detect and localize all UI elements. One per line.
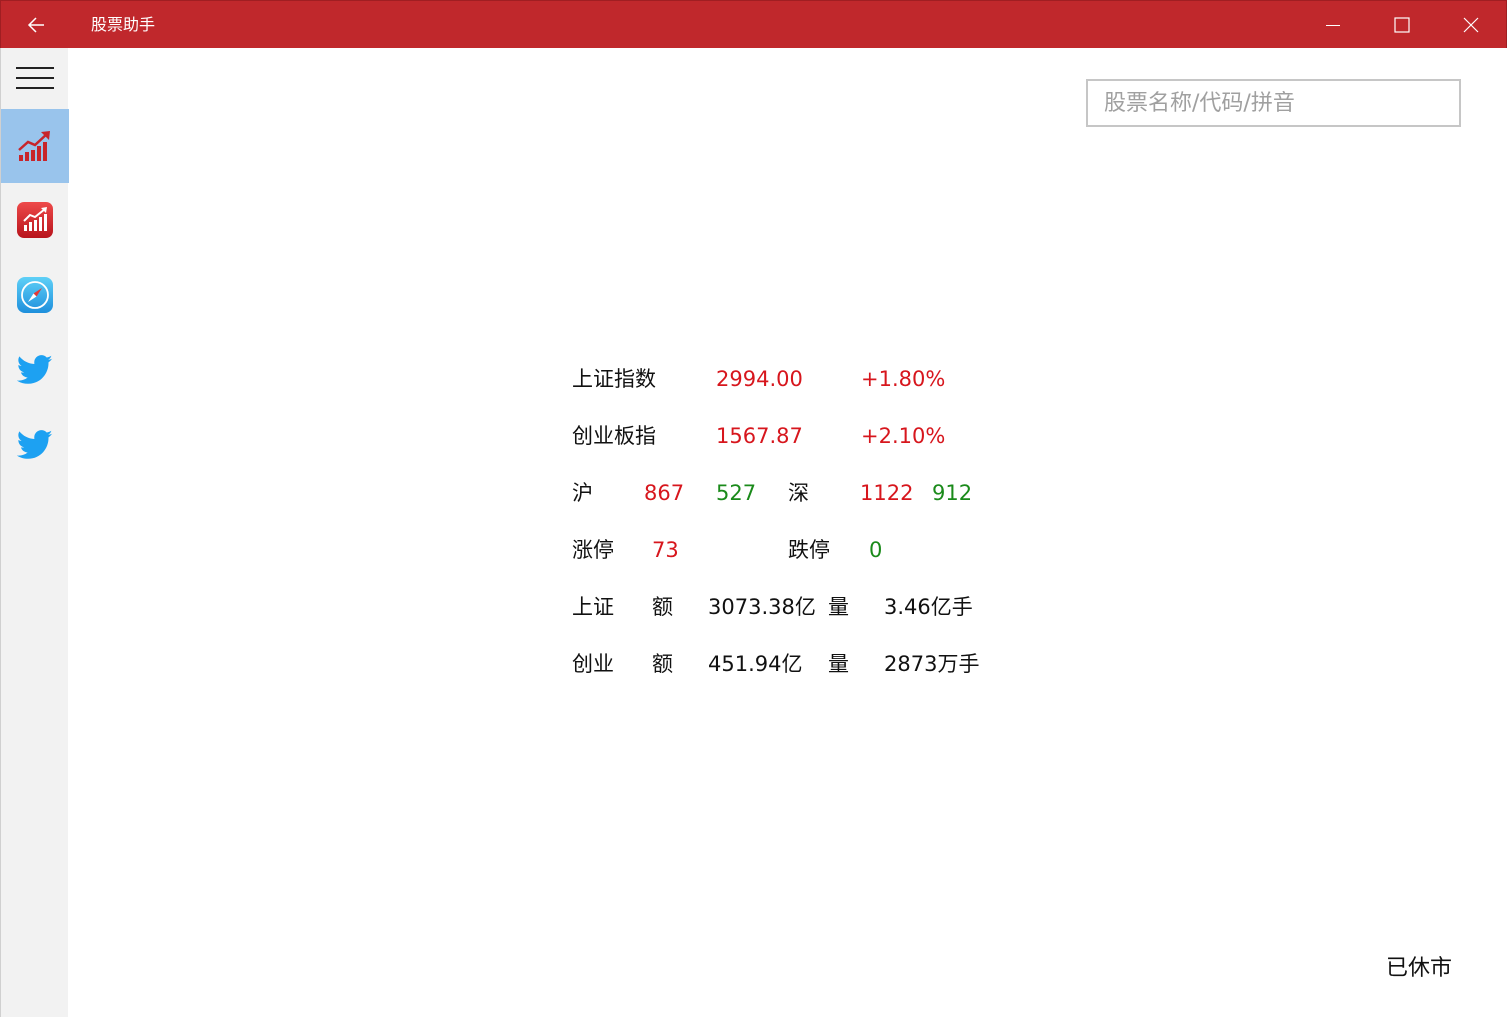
arrow-left-icon	[27, 17, 44, 33]
limit-down-count: 0	[869, 538, 883, 562]
sh-volume-label: 量	[828, 595, 849, 619]
sh-volume-value: 3.46亿手	[884, 595, 973, 619]
sh-index-label: 上证指数	[572, 367, 656, 391]
hamburger-menu-icon	[16, 67, 54, 89]
nav-item-stock-chart[interactable]	[1, 183, 69, 257]
sh-down-count: 527	[716, 481, 757, 505]
minimize-icon	[1326, 25, 1340, 26]
search-box	[1086, 79, 1461, 127]
cy-volume-label: 量	[828, 652, 849, 676]
cy-volume-value: 2873万手	[884, 652, 980, 676]
menu-button[interactable]	[1, 48, 69, 108]
market-status: 已休市	[1386, 956, 1453, 981]
sz-down-count: 912	[932, 481, 973, 505]
limit-up-count: 73	[652, 538, 679, 562]
compass-icon	[17, 277, 53, 313]
nav-item-market[interactable]	[1, 109, 69, 183]
sh-index-value: 2994.00	[716, 367, 803, 391]
sidebar	[0, 48, 69, 1017]
nav-item-twitter-1[interactable]	[1, 333, 69, 407]
cy-amount-value: 451.94亿	[708, 652, 803, 676]
sz-up-count: 1122	[860, 481, 914, 505]
maximize-icon	[1394, 17, 1410, 33]
twitter-bird-icon	[17, 355, 53, 384]
sz-breadth-label: 深	[788, 481, 809, 505]
sh-up-count: 867	[644, 481, 685, 505]
cy-index-change: +2.10%	[861, 424, 946, 448]
cy-amount-label: 额	[652, 652, 673, 676]
minimize-button[interactable]	[1299, 1, 1367, 49]
nav-item-twitter-2[interactable]	[1, 408, 69, 482]
limit-up-label: 涨停	[572, 538, 614, 562]
cy-index-value: 1567.87	[716, 424, 803, 448]
chart-trend-icon	[18, 131, 50, 161]
close-icon	[1463, 17, 1479, 33]
sh-turnover-label: 上证	[572, 595, 614, 619]
sh-index-change: +1.80%	[861, 367, 946, 391]
maximize-button[interactable]	[1368, 1, 1436, 49]
app-title: 股票助手	[91, 15, 156, 34]
close-button[interactable]	[1437, 1, 1505, 49]
chart-app-icon	[17, 202, 53, 238]
title-bar: 股票助手	[0, 0, 1507, 48]
limit-down-label: 跌停	[788, 538, 830, 562]
cy-turnover-label: 创业	[572, 652, 614, 676]
sh-amount-label: 额	[652, 595, 673, 619]
cy-index-label: 创业板指	[572, 424, 656, 448]
back-button[interactable]	[1, 1, 71, 49]
search-input[interactable]	[1088, 81, 1459, 125]
sh-breadth-label: 沪	[572, 481, 593, 505]
twitter-bird-icon	[17, 430, 53, 459]
sh-amount-value: 3073.38亿	[708, 595, 816, 619]
nav-item-explore[interactable]	[1, 258, 69, 332]
